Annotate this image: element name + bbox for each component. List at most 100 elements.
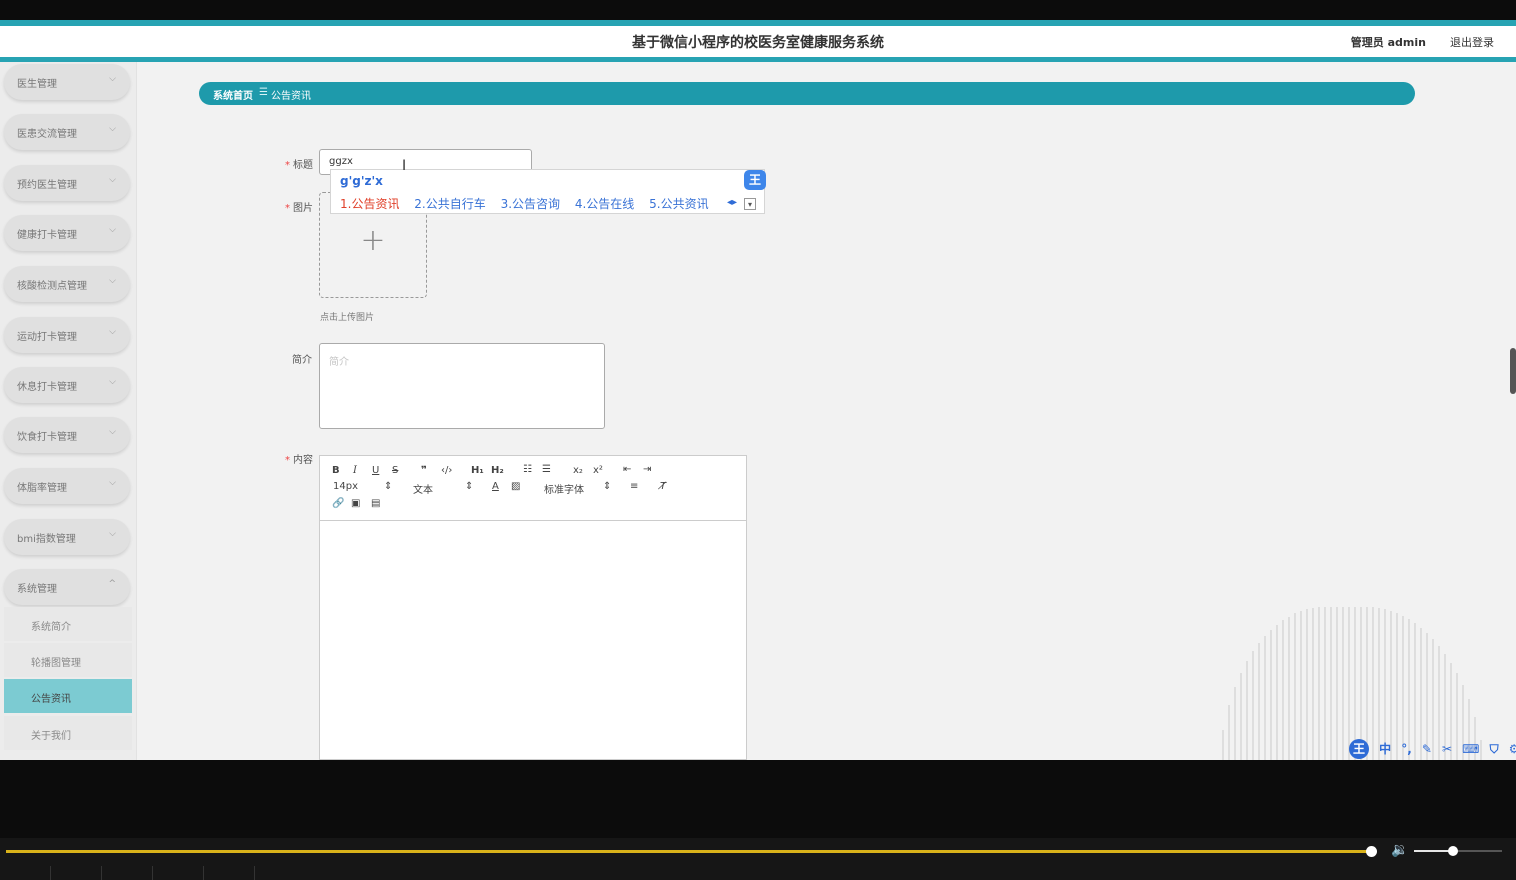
blockquote-icon[interactable]: ❞: [421, 465, 427, 476]
image-label-text: 图片: [293, 203, 313, 214]
rich-text-editor[interactable]: B I U S ❞ ‹/› H₁ H₂ ☷ ☰ x₂ x² ⇤ ⇥ 14px ⇕…: [319, 455, 747, 760]
underline-icon[interactable]: U: [372, 465, 379, 476]
sidebar-item-communication[interactable]: 医患交流管理 ⌵: [4, 114, 130, 150]
align-icon[interactable]: ≡: [630, 481, 638, 492]
volume-handle[interactable]: [1448, 846, 1458, 856]
sidebar-item-label: 饮食打卡管理: [17, 432, 77, 443]
submenu-system-intro[interactable]: 系统简介: [4, 607, 132, 641]
sidebar-item-label: 医患交流管理: [17, 129, 77, 140]
punctuation-icon[interactable]: °,: [1401, 742, 1412, 756]
sidebar-item-bmi[interactable]: bmi指数管理 ⌵: [4, 519, 130, 555]
bold-icon[interactable]: B: [332, 465, 340, 476]
breadcrumb-current: 公告资讯: [271, 91, 311, 102]
link-icon[interactable]: 🔗: [332, 498, 344, 509]
ime-candidate[interactable]: 3.公告咨询: [501, 197, 560, 211]
side-scroll-handle[interactable]: [1510, 348, 1516, 394]
intro-placeholder: 简介: [329, 357, 349, 368]
sidebar-item-rest[interactable]: 休息打卡管理 ⌵: [4, 367, 130, 403]
chinese-mode-icon[interactable]: 中: [1379, 740, 1391, 757]
seek-bar[interactable]: [6, 850, 1372, 853]
background-color-icon[interactable]: ▨: [511, 481, 520, 492]
chevron-down-icon: ⌵: [109, 327, 116, 337]
sidebar-item-test-points[interactable]: 核酸检测点管理 ⌵: [4, 266, 130, 302]
font-color-icon[interactable]: A: [492, 481, 499, 492]
sidebar-item-label: 系统管理: [17, 584, 57, 595]
chevron-down-icon: ⌵: [109, 74, 116, 84]
sidebar-item-health-checkin[interactable]: 健康打卡管理 ⌵: [4, 215, 130, 251]
subscript-icon[interactable]: x₂: [573, 465, 583, 476]
sidebar-item-system[interactable]: 系统管理 ^: [4, 569, 130, 605]
intro-textarea[interactable]: 简介: [319, 343, 605, 429]
skin-icon[interactable]: ⛉: [1490, 742, 1499, 757]
app-title: 基于微信小程序的校医务室健康服务系统: [632, 35, 884, 51]
logout-link[interactable]: 退出登录: [1450, 34, 1494, 50]
font-size-select[interactable]: 14px: [333, 481, 358, 492]
italic-icon[interactable]: I: [353, 465, 357, 476]
sidebar: 医生管理 ⌵ 医患交流管理 ⌵ 预约医生管理 ⌵ 健康打卡管理 ⌵ 核酸检测点管理 ⌵ 运…: [0, 62, 137, 760]
ordered-list-icon[interactable]: ☷: [523, 464, 532, 475]
handwriting-icon[interactable]: ✎: [1422, 742, 1432, 756]
ime-candidate[interactable]: 1.公告资讯: [340, 197, 399, 211]
video-player-bar: 🔉: [0, 838, 1516, 880]
player-segment: [204, 866, 255, 880]
sidebar-item-diet[interactable]: 饮食打卡管理 ⌵: [4, 417, 130, 453]
top-bar: 基于微信小程序的校医务室健康服务系统 管理员 admin 退出登录: [0, 20, 1516, 62]
chevron-down-icon: ⌵: [109, 225, 116, 235]
seek-handle[interactable]: [1366, 846, 1377, 857]
heading2-icon[interactable]: H₂: [491, 465, 504, 476]
ime-page-arrows-icon[interactable]: ◂▸: [727, 197, 737, 208]
heading1-icon[interactable]: H₁: [471, 465, 484, 476]
ime-candidate[interactable]: 4.公告在线: [575, 197, 634, 211]
breadcrumb-home[interactable]: 系统首页: [213, 87, 253, 102]
chevron-down-icon: ⌵: [109, 175, 116, 185]
outdent-icon[interactable]: ⇤: [623, 464, 631, 475]
text-style-select[interactable]: 文本: [413, 481, 433, 496]
scissors-icon[interactable]: ✂: [1442, 742, 1452, 756]
keyboard-icon[interactable]: ⌨: [1462, 742, 1479, 756]
strikethrough-icon[interactable]: S: [392, 465, 398, 476]
settings-gear-icon[interactable]: ⚙: [1509, 742, 1516, 756]
ime-expand-icon[interactable]: ▾: [744, 198, 756, 210]
video-icon[interactable]: ▤: [371, 498, 380, 509]
chevron-updown-icon: ⇕: [465, 481, 474, 492]
image-icon[interactable]: ▣: [351, 498, 360, 509]
font-family-select[interactable]: 标准字体: [544, 481, 584, 496]
volume-icon[interactable]: 🔉: [1391, 842, 1408, 858]
bullet-list-icon[interactable]: ☰: [542, 464, 551, 475]
sidebar-item-label: 医生管理: [17, 79, 57, 90]
sidebar-item-label: 体脂率管理: [17, 483, 67, 494]
ime-logo-icon[interactable]: 王: [1349, 739, 1369, 759]
code-icon[interactable]: ‹/›: [441, 465, 452, 476]
sidebar-item-label: 健康打卡管理: [17, 230, 77, 241]
sidebar-item-appointment[interactable]: 预约医生管理 ⌵: [4, 165, 130, 201]
indent-icon[interactable]: ⇥: [643, 464, 651, 475]
submenu-about-us[interactable]: 关于我们: [4, 716, 132, 750]
volume-slider[interactable]: [1414, 850, 1502, 852]
sidebar-item-doctor[interactable]: 医生管理 ⌵: [4, 64, 130, 100]
editor-toolbar: B I U S ❞ ‹/› H₁ H₂ ☷ ☰ x₂ x² ⇤ ⇥ 14px ⇕…: [320, 456, 746, 521]
submenu-label: 轮播图管理: [31, 658, 81, 669]
ime-candidate[interactable]: 2.公共自行车: [414, 197, 485, 211]
breadcrumb: 系统首页 ☰ 公告资讯: [199, 82, 1415, 105]
player-segment: [102, 866, 153, 880]
intro-label: 简介: [292, 355, 312, 366]
superscript-icon[interactable]: x²: [593, 465, 603, 476]
chevron-down-icon: ⌵: [109, 377, 116, 387]
sidebar-item-body-fat[interactable]: 体脂率管理 ⌵: [4, 468, 130, 504]
sidebar-item-label: 预约医生管理: [17, 180, 77, 191]
submenu-carousel[interactable]: 轮播图管理: [4, 643, 132, 677]
chevron-updown-icon: ⇕: [384, 481, 393, 492]
submenu-announcements[interactable]: 公告资讯: [4, 679, 132, 713]
sidebar-item-exercise[interactable]: 运动打卡管理 ⌵: [4, 317, 130, 353]
sidebar-item-label: 运动打卡管理: [17, 332, 77, 343]
content-label: * 内容: [285, 451, 313, 466]
required-mark: *: [285, 203, 290, 214]
chevron-down-icon: ⌵: [109, 478, 116, 488]
clear-format-icon[interactable]: T̸: [660, 481, 666, 492]
ime-logo-icon: 王: [744, 170, 766, 190]
chevron-updown-icon: ⇕: [603, 481, 612, 492]
sidebar-item-label: bmi指数管理: [17, 534, 76, 545]
chevron-up-icon: ^: [108, 579, 116, 589]
title-label-text: 标题: [293, 160, 313, 171]
ime-candidate[interactable]: 5.公共资讯: [649, 197, 708, 211]
